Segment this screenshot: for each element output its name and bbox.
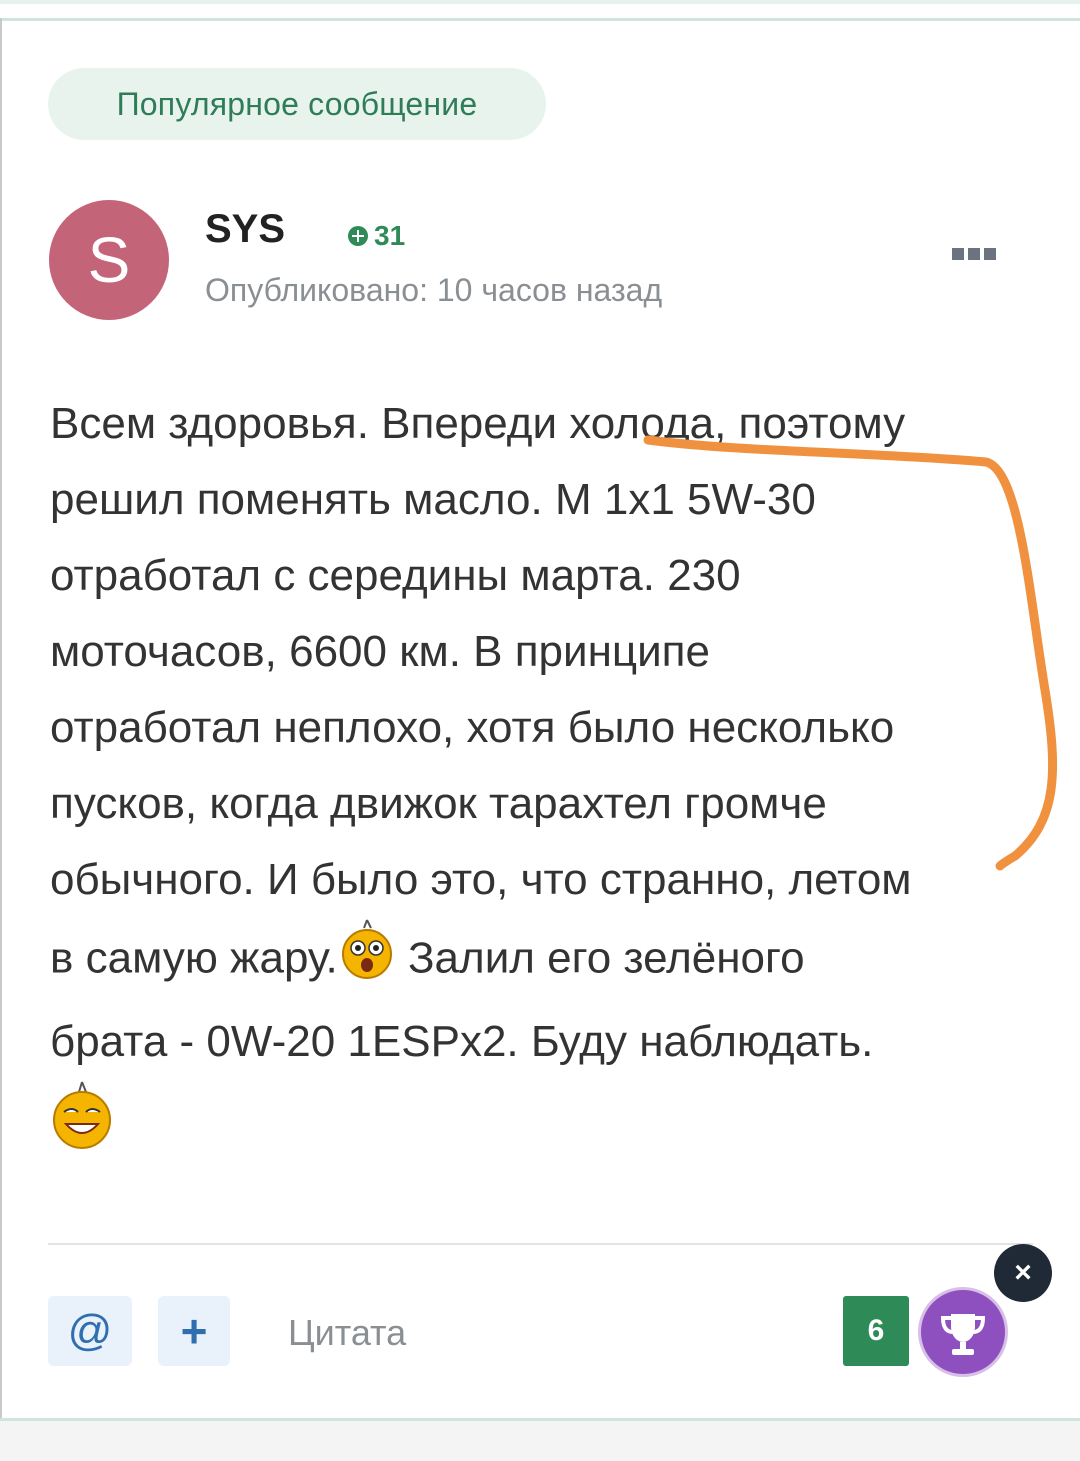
post-line: отработал с середины марта. 230 — [50, 551, 741, 600]
post-body: Всем здоровья. Впереди холода, поэтому р… — [50, 386, 1040, 1174]
post-line: в самую жару. — [50, 933, 338, 983]
author-name[interactable]: SYS — [205, 207, 285, 252]
reaction-count[interactable]: 6 — [843, 1296, 909, 1366]
divider — [48, 1243, 1033, 1245]
more-icon[interactable] — [946, 240, 1002, 268]
post-line: моточасов, 6600 км. В принципе — [50, 627, 710, 676]
reputation-value: 31 — [374, 220, 406, 251]
post-line: Всем здоровья. Впереди холода, поэтому — [50, 399, 906, 448]
published-time: Опубликовано: 10 часов назад — [205, 272, 663, 308]
close-icon[interactable]: × — [994, 1244, 1052, 1302]
mention-button[interactable]: @ — [48, 1296, 132, 1366]
avatar[interactable]: S — [49, 200, 169, 320]
shocked-smiley-icon — [338, 918, 396, 1004]
bottom-border — [0, 1418, 1080, 1461]
avatar-letter: S — [87, 224, 131, 296]
post-line: отработал неплохо, хотя было несколько — [50, 703, 895, 752]
post-line: Залил его зелёного — [395, 933, 805, 983]
post-line: решил поменять масло. М 1х1 5W-30 — [50, 475, 816, 524]
plus-circle-icon — [348, 226, 368, 246]
post-card: Популярное сообщение S SYS 31 Опубликова… — [0, 0, 1080, 1461]
post-line: брата - 0W-20 1ESPx2. Буду наблюдать. — [50, 1017, 874, 1066]
top-border — [0, 0, 1080, 21]
trophy-icon[interactable] — [918, 1287, 1008, 1377]
popular-post-badge: Популярное сообщение — [48, 68, 546, 140]
quote-button[interactable]: Цитата — [288, 1312, 406, 1354]
multiquote-button[interactable]: + — [158, 1296, 230, 1366]
left-rule — [0, 18, 2, 1418]
reputation-badge: 31 — [348, 220, 405, 252]
post-line: пусков, когда движок тарахтел громче — [50, 779, 827, 828]
badge-label: Популярное сообщение — [116, 85, 478, 122]
grinning-smiley-icon — [50, 1080, 114, 1174]
post-line: обычного. И было это, что странно, летом — [50, 855, 912, 904]
